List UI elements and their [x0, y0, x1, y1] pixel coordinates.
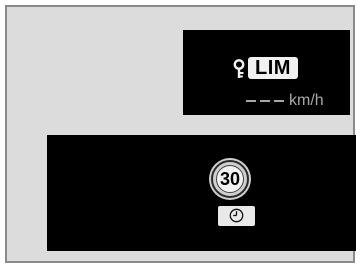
speed-limit-value: 30: [216, 165, 244, 193]
speed-limit-sign-icon: 30: [211, 160, 249, 198]
set-speed-readout: --- km/h: [246, 90, 346, 112]
traffic-sign-display: 30: [47, 135, 356, 251]
speed-limiter-indicator: LIM: [232, 57, 300, 81]
lim-label: LIM: [248, 57, 298, 79]
clock-icon: [229, 208, 244, 223]
speed-unit: km/h: [289, 92, 324, 109]
timer-tag: [218, 206, 255, 226]
speed-placeholder: ---: [246, 90, 286, 112]
speed-limiter-display: LIM --- km/h: [183, 30, 350, 115]
illustration-frame: LIM --- km/h 30: [5, 5, 356, 263]
speed-limiter-key-icon: [233, 59, 245, 78]
